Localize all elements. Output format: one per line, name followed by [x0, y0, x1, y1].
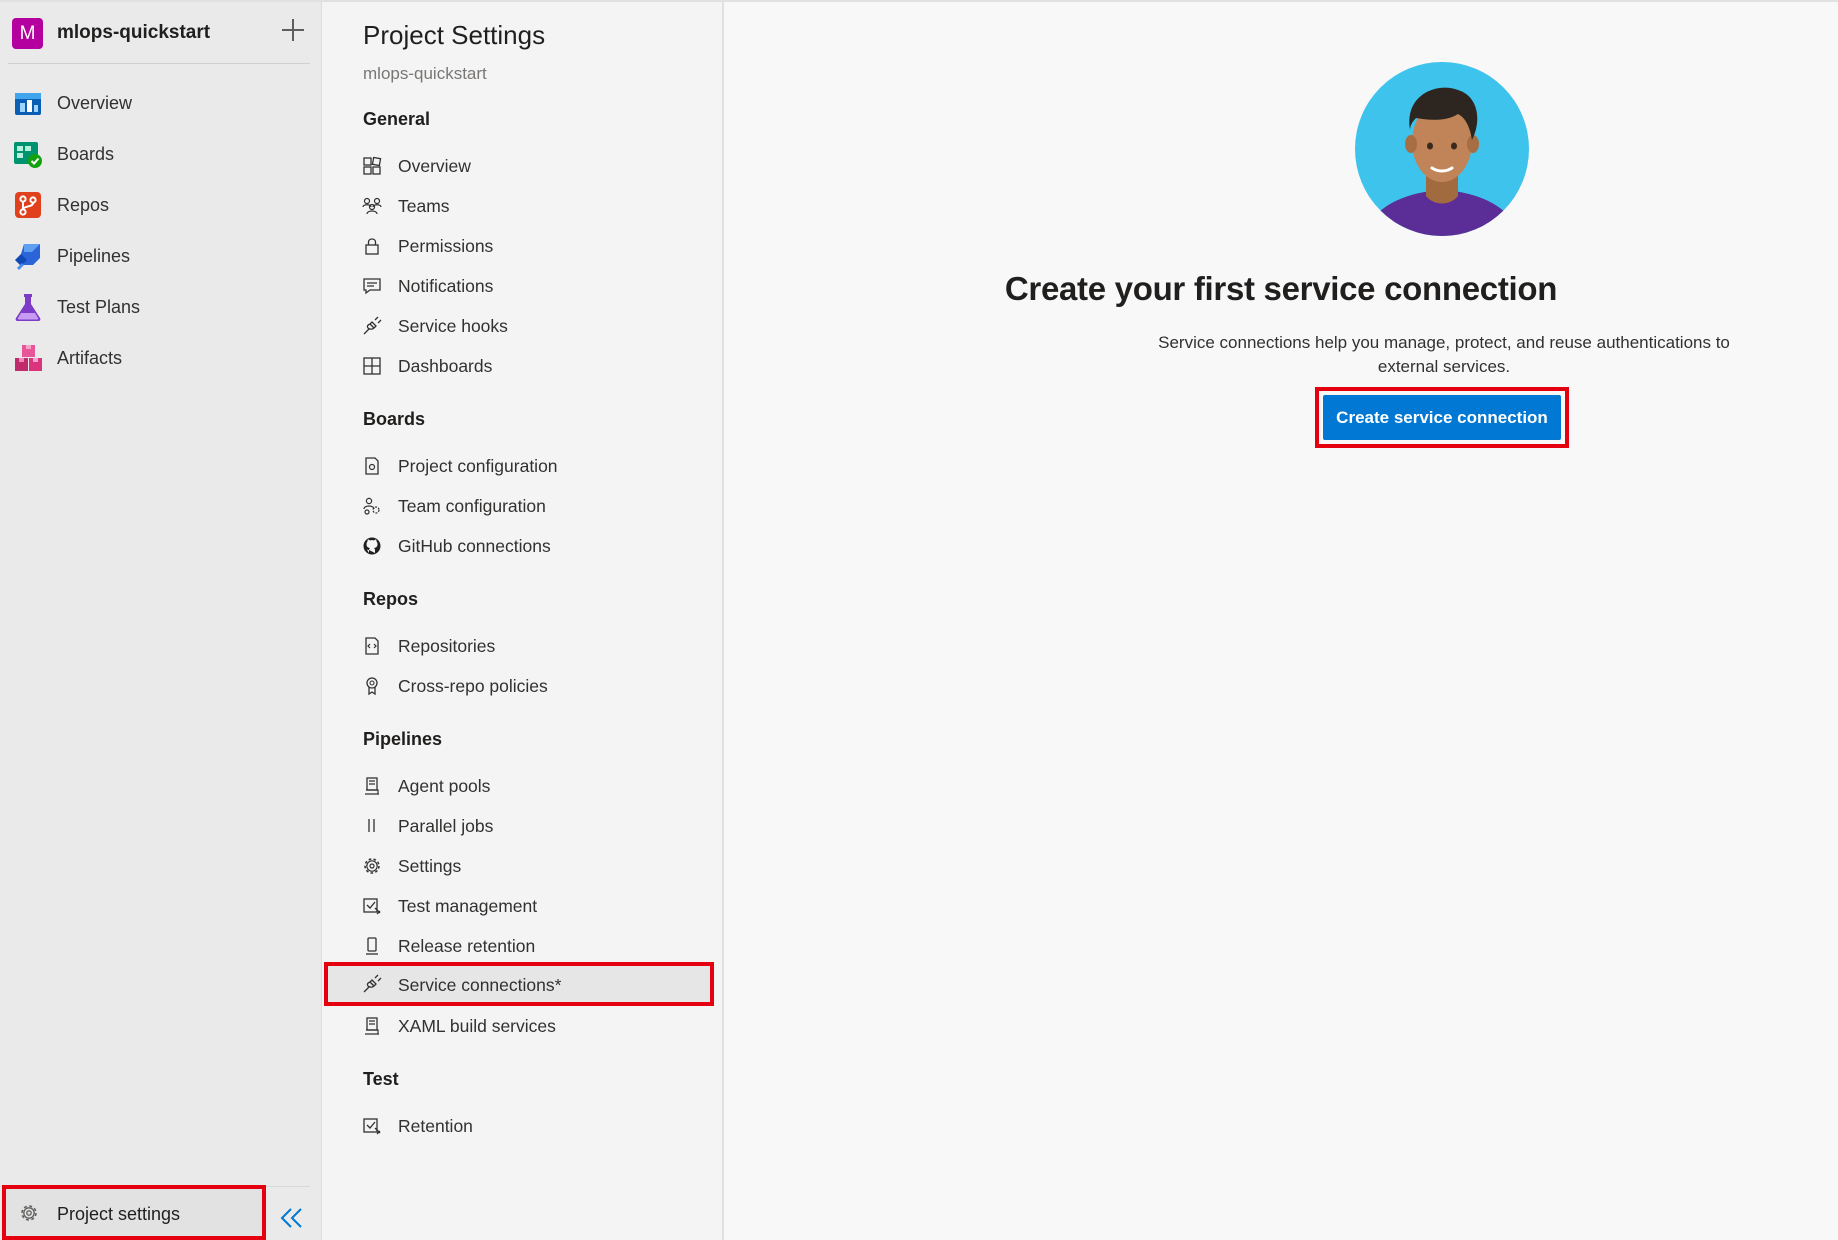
section-header-repos: Repos	[363, 589, 419, 609]
panel-subtitle: mlops-quickstart	[363, 64, 487, 83]
nav-item-test-plans[interactable]: Test Plans	[0, 281, 322, 333]
settings-item-label: Repositories	[398, 636, 496, 656]
project-avatar[interactable]: M	[12, 18, 43, 49]
settings-item-label: Release retention	[398, 936, 536, 956]
people-icon	[362, 196, 382, 216]
project-settings-button[interactable]: Project settings	[2, 1185, 266, 1240]
test-management-icon	[362, 1116, 382, 1136]
nav-item-overview[interactable]: Overview	[0, 77, 322, 129]
empty-state-description: Service connections help you manage, pro…	[1158, 333, 1730, 376]
section-header-general: General	[363, 109, 431, 129]
create-service-connection-button[interactable]: Create service connection	[1323, 395, 1561, 440]
person-illustration	[1354, 60, 1530, 238]
nav-item-boards[interactable]: Boards	[0, 128, 322, 180]
settings-item-service-hooks[interactable]: Service hooks	[322, 307, 714, 345]
overview-icon	[12, 87, 44, 119]
nav-item-label: Artifacts	[57, 348, 123, 368]
settings-item-label: Cross-repo policies	[398, 676, 548, 696]
settings-item-retention[interactable]: Retention	[322, 1107, 714, 1145]
settings-item-agent-pools[interactable]: Agent pools	[322, 767, 714, 805]
project-settings-panel: Project Settings mlops-quickstart Genera…	[322, 2, 724, 1240]
document-settings-icon	[362, 456, 382, 476]
phone-icon	[362, 936, 382, 956]
settings-item-label: XAML build services	[398, 1016, 556, 1036]
settings-item-label: Project configuration	[398, 456, 558, 476]
chat-icon	[362, 276, 382, 296]
settings-item-label: Permissions	[398, 236, 494, 256]
settings-item-label: Parallel jobs	[398, 816, 494, 836]
settings-item-label: Teams	[398, 196, 450, 216]
plug-icon	[362, 316, 382, 336]
main-content: Create your first service connection Ser…	[724, 2, 1838, 1240]
ribbon-icon	[362, 676, 382, 696]
settings-item-label: Team configuration	[398, 496, 546, 516]
add-icon[interactable]	[279, 16, 307, 44]
settings-item-label: Settings	[398, 856, 462, 876]
gear-icon	[362, 856, 382, 876]
settings-item-teams[interactable]: Teams	[322, 187, 714, 225]
settings-item-repositories[interactable]: Repositories	[322, 627, 714, 665]
create-button-highlight: Create service connection	[1315, 387, 1569, 448]
settings-item-team-configuration[interactable]: Team configuration	[322, 487, 714, 525]
test-plans-icon	[12, 291, 44, 323]
settings-item-label: Retention	[398, 1116, 473, 1136]
settings-item-xaml-build-services[interactable]: XAML build services	[322, 1007, 714, 1045]
settings-item-parallel-jobs[interactable]: Parallel jobs	[322, 807, 714, 845]
settings-item-notifications[interactable]: Notifications	[322, 267, 714, 305]
dashboard-icon	[362, 356, 382, 376]
parallel-icon	[362, 816, 382, 836]
settings-item-dashboards[interactable]: Dashboards	[322, 347, 714, 385]
settings-item-github-connections[interactable]: GitHub connections	[322, 527, 714, 565]
settings-item-permissions[interactable]: Permissions	[322, 227, 714, 265]
section-header-test: Test	[363, 1069, 399, 1089]
settings-item-project-configuration[interactable]: Project configuration	[322, 447, 714, 485]
settings-item-label: Dashboards	[398, 356, 493, 376]
section-header-pipelines: Pipelines	[363, 729, 443, 749]
collapse-double-chevron-icon[interactable]	[278, 1206, 306, 1230]
pipelines-icon	[12, 240, 44, 272]
nav-item-label: Pipelines	[57, 246, 131, 266]
settings-item-label: Overview	[398, 156, 471, 176]
project-name[interactable]: mlops-quickstart	[57, 22, 210, 44]
repo-doc-icon	[362, 636, 382, 656]
server-icon	[362, 776, 382, 796]
left-navigation: M mlops-quickstart Overview Boards Repos…	[0, 2, 322, 1240]
panel-title: Project Settings	[363, 20, 546, 50]
settings-item-release-retention[interactable]: Release retention	[322, 927, 714, 965]
divider	[8, 63, 310, 64]
settings-item-label: Service hooks	[398, 316, 508, 336]
nav-item-repos[interactable]: Repos	[0, 179, 322, 231]
gear-icon	[18, 1202, 40, 1224]
project-settings-label: Project settings	[57, 1204, 181, 1224]
nav-item-label: Boards	[57, 144, 115, 164]
settings-item-test-management[interactable]: Test management	[322, 887, 714, 925]
nav-item-pipelines[interactable]: Pipelines	[0, 230, 322, 282]
settings-item-label: Notifications	[398, 276, 494, 296]
grid-icon	[362, 156, 382, 176]
section-header-boards: Boards	[363, 409, 426, 429]
empty-state-title: Create your first service connection	[1004, 270, 1558, 307]
nav-item-artifacts[interactable]: Artifacts	[0, 332, 322, 384]
github-icon	[362, 536, 382, 556]
artifacts-icon	[12, 342, 44, 374]
project-header: M mlops-quickstart	[0, 2, 322, 64]
boards-icon	[12, 138, 44, 170]
test-management-icon	[362, 896, 382, 916]
repos-icon	[12, 189, 44, 221]
plug-icon	[362, 974, 382, 994]
nav-item-label: Overview	[57, 93, 133, 113]
team-settings-icon	[362, 496, 382, 516]
settings-item-settings[interactable]: Settings	[322, 847, 714, 885]
settings-item-overview[interactable]: Overview	[322, 147, 714, 185]
nav-item-label: Test Plans	[57, 297, 141, 317]
settings-item-label: Service connections*	[398, 975, 562, 995]
nav-item-label: Repos	[57, 195, 110, 215]
lock-icon	[362, 236, 382, 256]
server-icon	[362, 1016, 382, 1036]
settings-item-service-connections[interactable]: Service connections*	[324, 962, 714, 1006]
settings-item-label: GitHub connections	[398, 536, 551, 556]
settings-item-label: Agent pools	[398, 776, 491, 796]
settings-item-label: Test management	[398, 896, 538, 916]
settings-item-cross-repo-policies[interactable]: Cross-repo policies	[322, 667, 714, 705]
